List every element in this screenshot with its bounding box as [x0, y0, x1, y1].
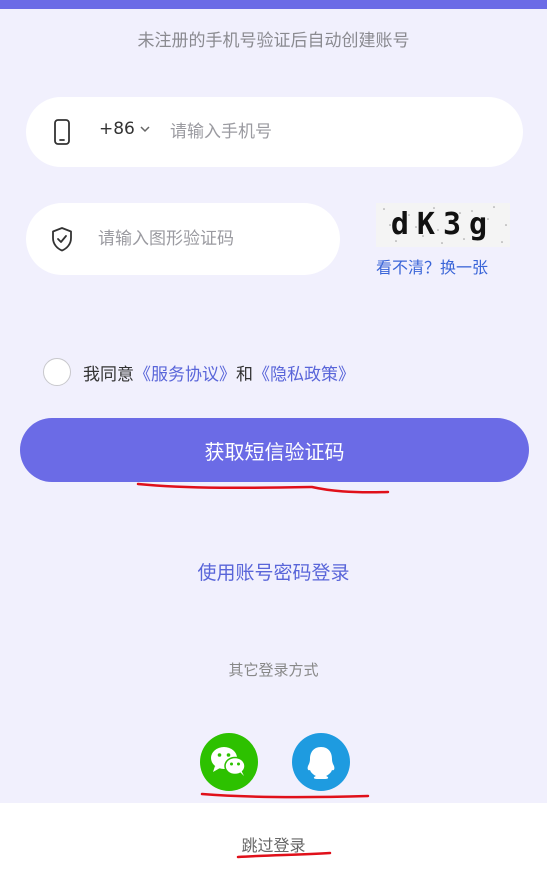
top-bar — [0, 0, 547, 9]
get-sms-code-button[interactable]: 获取短信验证码 — [20, 418, 529, 482]
captcha-refresh-link[interactable]: 看不清？换一张 — [376, 254, 488, 278]
captcha-input[interactable] — [98, 226, 328, 252]
wechat-icon — [211, 747, 246, 776]
qq-icon — [307, 747, 335, 779]
privacy-link[interactable]: 《隐私政策》 — [253, 360, 355, 385]
wechat-login-button[interactable] — [200, 733, 258, 791]
captcha-field[interactable] — [26, 203, 340, 275]
password-login-link[interactable]: 使用账号密码登录 — [0, 558, 547, 585]
skip-login-link[interactable]: 跳过登录 — [0, 832, 547, 856]
qq-login-button[interactable] — [292, 733, 350, 791]
captcha-image[interactable]: dK3g — [376, 203, 510, 247]
annotation-underline-social — [200, 792, 370, 799]
chevron-down-icon — [140, 126, 150, 133]
country-code-select[interactable]: +86 — [99, 119, 151, 139]
agreement-prefix: 我同意 — [83, 364, 134, 385]
annotation-underline-sms — [136, 482, 390, 494]
terms-link[interactable]: 《服务协议》 — [134, 360, 236, 385]
phone-input[interactable] — [170, 119, 500, 145]
agreement-row: 我同意 《服务协议》 和 《隐私政策》 — [43, 358, 355, 386]
agreement-conjunction: 和 — [236, 364, 253, 385]
page-subtitle: 未注册的手机号验证后自动创建账号 — [137, 31, 410, 51]
other-login-label: 其它登录方式 — [228, 661, 319, 679]
phone-field[interactable]: +86 — [26, 97, 523, 167]
captcha-text: dK3g — [390, 207, 496, 242]
agreement-checkbox[interactable] — [43, 358, 71, 386]
country-code-value: +86 — [99, 119, 135, 139]
shield-check-icon — [52, 227, 72, 252]
phone-icon — [54, 119, 70, 145]
